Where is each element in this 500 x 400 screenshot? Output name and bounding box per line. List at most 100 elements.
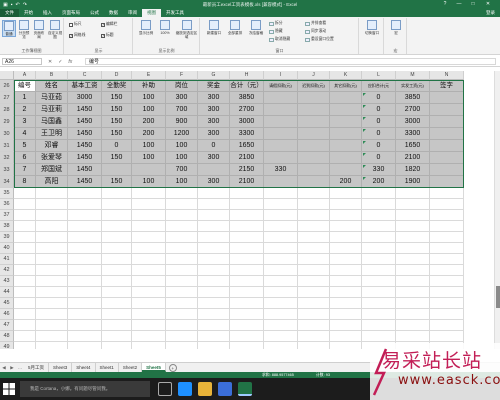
data-cell[interactable] xyxy=(430,199,464,210)
data-cell[interactable] xyxy=(430,128,464,140)
zoom-button[interactable]: 显示比例 xyxy=(137,20,155,35)
store-icon[interactable] xyxy=(218,382,232,396)
data-cell[interactable] xyxy=(68,265,102,276)
data-cell[interactable]: 3300 xyxy=(396,128,430,140)
column-header[interactable]: N xyxy=(430,71,464,80)
row-header[interactable]: 39 xyxy=(0,232,14,243)
data-cell[interactable]: 1450 xyxy=(68,176,102,188)
header-cell[interactable]: 姓名 xyxy=(36,80,68,92)
data-cell[interactable]: 200 xyxy=(132,116,166,128)
data-cell[interactable] xyxy=(198,298,230,309)
header-cell[interactable]: 应扣合计(元 xyxy=(362,80,396,92)
formula-bar-checkbox[interactable]: ✓ 编辑栏 xyxy=(101,22,117,27)
header-cell[interactable]: 岗位 xyxy=(166,80,198,92)
data-cell[interactable] xyxy=(298,104,330,116)
data-cell[interactable] xyxy=(264,309,298,320)
row-header[interactable]: 41 xyxy=(0,254,14,265)
data-cell[interactable] xyxy=(430,210,464,221)
data-cell[interactable] xyxy=(68,298,102,309)
data-cell[interactable] xyxy=(264,210,298,221)
page-layout-view-button[interactable]: 页面布局 xyxy=(32,20,46,39)
data-cell[interactable] xyxy=(14,287,36,298)
data-cell[interactable] xyxy=(102,265,132,276)
row-header[interactable]: 38 xyxy=(0,221,14,232)
reset-window-position-button[interactable]: 重设窗口位置 xyxy=(305,37,334,42)
data-cell[interactable]: 1 xyxy=(14,92,36,104)
tab-review[interactable]: 审阅 xyxy=(123,9,142,17)
data-cell[interactable] xyxy=(166,287,198,298)
data-cell[interactable] xyxy=(298,164,330,176)
data-cell[interactable] xyxy=(132,164,166,176)
sheet-tab[interactable]: Sheet4 xyxy=(72,363,96,372)
data-cell[interactable] xyxy=(166,276,198,287)
data-cell[interactable] xyxy=(102,287,132,298)
data-cell[interactable] xyxy=(132,298,166,309)
data-cell[interactable] xyxy=(230,320,264,331)
column-header[interactable]: D xyxy=(102,71,132,80)
excel-taskbar-icon[interactable] xyxy=(238,382,252,396)
tab-formulas[interactable]: 公式 xyxy=(85,9,104,17)
data-cell[interactable]: 1450 xyxy=(68,164,102,176)
data-cell[interactable] xyxy=(396,309,430,320)
data-cell[interactable] xyxy=(264,116,298,128)
data-cell[interactable] xyxy=(36,254,68,265)
data-cell[interactable]: 300 xyxy=(198,176,230,188)
data-cell[interactable] xyxy=(102,199,132,210)
data-cell[interactable] xyxy=(430,164,464,176)
data-cell[interactable] xyxy=(264,320,298,331)
data-cell[interactable] xyxy=(198,199,230,210)
sheet-tab[interactable]: Sheet3 xyxy=(49,363,73,372)
data-cell[interactable] xyxy=(430,243,464,254)
data-cell[interactable]: 1450 xyxy=(68,104,102,116)
zoom-to-selection-button[interactable]: 缩放到选定区域 xyxy=(175,20,198,39)
data-cell[interactable] xyxy=(298,309,330,320)
data-cell[interactable] xyxy=(102,309,132,320)
add-sheet-icon[interactable]: + xyxy=(168,363,177,372)
data-cell[interactable] xyxy=(298,210,330,221)
data-cell[interactable] xyxy=(166,331,198,342)
data-cell[interactable] xyxy=(230,331,264,342)
split-button[interactable]: 拆分 xyxy=(269,21,283,26)
data-cell[interactable]: 1650 xyxy=(396,140,430,152)
data-cell[interactable] xyxy=(430,116,464,128)
next-sheet-arrow-icon[interactable]: ▶ xyxy=(8,365,16,371)
data-cell[interactable] xyxy=(132,210,166,221)
data-cell[interactable]: 1450 xyxy=(68,152,102,164)
data-cell[interactable]: 100 xyxy=(132,152,166,164)
data-cell[interactable]: 2100 xyxy=(230,152,264,164)
data-cell[interactable] xyxy=(362,243,396,254)
data-cell[interactable] xyxy=(166,243,198,254)
data-cell[interactable] xyxy=(298,176,330,188)
data-cell[interactable]: 8 xyxy=(14,176,36,188)
tab-file[interactable]: 文件 xyxy=(0,9,19,17)
data-cell[interactable] xyxy=(298,188,330,199)
data-cell[interactable]: 2100 xyxy=(230,176,264,188)
data-cell[interactable] xyxy=(102,188,132,199)
data-cell[interactable]: 0 xyxy=(362,104,396,116)
data-cell[interactable] xyxy=(396,243,430,254)
redo-icon[interactable]: ↷ xyxy=(23,2,27,8)
row-header[interactable]: 27 xyxy=(0,92,14,104)
maximize-button[interactable]: □ xyxy=(466,0,480,9)
data-cell[interactable] xyxy=(264,104,298,116)
data-cell[interactable] xyxy=(230,210,264,221)
error-indicator-icon[interactable] xyxy=(363,165,366,168)
data-cell[interactable] xyxy=(298,265,330,276)
data-cell[interactable] xyxy=(36,221,68,232)
data-cell[interactable] xyxy=(198,232,230,243)
data-cell[interactable]: 5 xyxy=(14,140,36,152)
data-cell[interactable] xyxy=(14,188,36,199)
column-header[interactable]: G xyxy=(198,71,230,80)
data-cell[interactable] xyxy=(264,221,298,232)
data-cell[interactable] xyxy=(430,254,464,265)
data-cell[interactable] xyxy=(330,287,362,298)
data-cell[interactable] xyxy=(68,188,102,199)
data-cell[interactable]: 150 xyxy=(102,176,132,188)
macros-button[interactable]: 宏 xyxy=(388,20,404,35)
file-explorer-icon[interactable] xyxy=(198,382,212,396)
data-cell[interactable] xyxy=(430,176,464,188)
data-cell[interactable] xyxy=(396,232,430,243)
windows-start-icon[interactable] xyxy=(3,383,15,395)
save-icon[interactable]: ▪ xyxy=(11,2,13,8)
data-cell[interactable] xyxy=(36,199,68,210)
